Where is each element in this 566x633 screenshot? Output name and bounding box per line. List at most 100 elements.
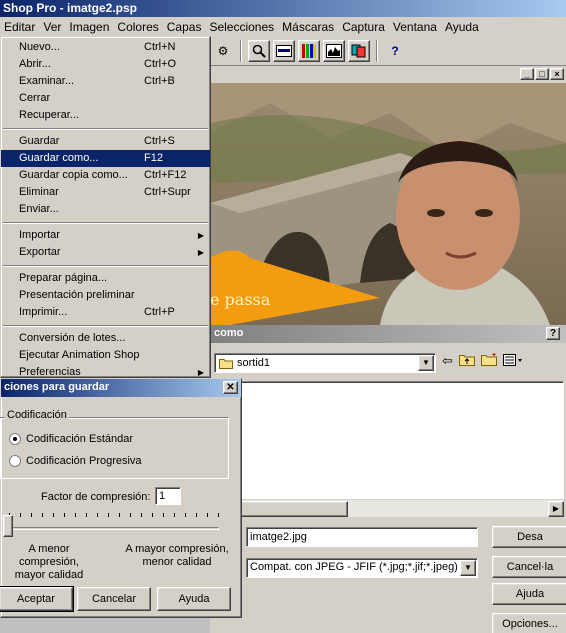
- help-button[interactable]: Ayuda: [157, 587, 231, 611]
- close-icon[interactable]: ✕: [223, 381, 238, 394]
- accept-button[interactable]: Aceptar: [0, 586, 74, 612]
- label-line: A mayor compresión,: [125, 543, 229, 555]
- help-button[interactable]: Ajuda: [492, 583, 566, 605]
- menu-item-eliminar[interactable]: Eliminar Ctrl+Supr: [1, 184, 210, 201]
- menu-item-label: Guardar copia como...: [19, 169, 128, 181]
- menu-editar[interactable]: Editar: [0, 20, 39, 34]
- menu-item-label: Cerrar: [19, 92, 51, 104]
- tool-options-icon[interactable]: ⚙: [212, 40, 234, 62]
- save-button[interactable]: Desa: [492, 526, 566, 548]
- file-menu: Nuevo... Ctrl+N Abrir... Ctrl+O Examinar..…: [0, 36, 211, 378]
- radio-progressive-encoding[interactable]: Codificación Progresiva: [9, 455, 142, 467]
- color-palette-icon[interactable]: [298, 39, 320, 62]
- back-icon[interactable]: ⇦: [442, 353, 453, 369]
- up-folder-icon[interactable]: [458, 353, 475, 369]
- save-as-title: como: [214, 327, 244, 339]
- scroll-right-icon[interactable]: ▶: [548, 501, 564, 517]
- menu-colores[interactable]: Colores: [113, 20, 162, 34]
- menu-mascaras[interactable]: Máscaras: [278, 20, 338, 34]
- more-compression-label: A mayor compresión, menor calidad: [125, 543, 229, 569]
- menu-item-preparar-pagina[interactable]: Preparar página...: [1, 270, 210, 287]
- filename-input[interactable]: [246, 527, 478, 547]
- menu-item-cerrar[interactable]: Cerrar: [1, 90, 210, 107]
- menu-item-imprimir[interactable]: Imprimir... Ctrl+P: [1, 304, 210, 321]
- menu-item-label: Ejecutar Animation Shop: [19, 349, 140, 361]
- file-list[interactable]: [214, 381, 564, 517]
- horizontal-scrollbar[interactable]: ▶: [214, 499, 564, 517]
- radio-checked-icon: [9, 433, 21, 445]
- menu-item-label: Preparar página...: [19, 272, 108, 284]
- menu-item-guardar-como[interactable]: Guardar como... F12: [1, 150, 210, 167]
- toolbar-toggle-icon[interactable]: [273, 39, 295, 62]
- menu-item-label: Guardar como...: [19, 152, 99, 164]
- menu-item-shortcut: Ctrl+P: [144, 306, 175, 318]
- folder-select[interactable]: sortid1 ▼: [214, 353, 436, 373]
- menu-item-shortcut: Ctrl+F12: [144, 169, 187, 181]
- menu-ventana[interactable]: Ventana: [389, 20, 441, 34]
- menu-item-shortcut: Ctrl+N: [144, 41, 176, 53]
- menu-item-importar[interactable]: Importar ▶: [1, 227, 210, 244]
- menu-item-enviar[interactable]: Enviar...: [1, 201, 210, 218]
- encoding-group: [0, 417, 229, 479]
- options-button[interactable]: Opciones...: [492, 613, 566, 633]
- menu-item-exportar[interactable]: Exportar ▶: [1, 244, 210, 261]
- menu-item-label: Examinar...: [19, 75, 75, 87]
- zoom-icon[interactable]: [248, 39, 270, 62]
- menu-item-conversion-lotes[interactable]: Conversión de lotes...: [1, 330, 210, 347]
- slider-ticks: [9, 513, 219, 517]
- close-icon[interactable]: ×: [550, 68, 564, 80]
- menu-separator: [1, 261, 210, 270]
- slider-thumb[interactable]: [3, 515, 13, 537]
- label-line: menor calidad: [142, 556, 212, 568]
- menu-selecciones[interactable]: Selecciones: [205, 20, 278, 34]
- menu-item-shortcut: Ctrl+O: [144, 58, 177, 70]
- menu-item-examinar[interactable]: Examinar... Ctrl+B: [1, 73, 210, 90]
- photo-canvas: e passa: [210, 83, 566, 325]
- cancel-button[interactable]: Cancelar: [77, 587, 151, 611]
- toolbar-separator: [240, 39, 242, 62]
- menu-item-label: Imprimir...: [19, 306, 68, 318]
- menu-ayuda[interactable]: Ayuda: [441, 20, 483, 34]
- menu-item-shortcut: F12: [144, 152, 163, 164]
- menu-item-abrir[interactable]: Abrir... Ctrl+O: [1, 56, 210, 73]
- options-title: ciones para guardar: [4, 381, 110, 393]
- chevron-down-icon[interactable]: ▼: [418, 355, 434, 371]
- maximize-icon[interactable]: □: [535, 68, 549, 80]
- menu-item-guardar-copia[interactable]: Guardar copia como... Ctrl+F12: [1, 167, 210, 184]
- menu-imagen[interactable]: Imagen: [65, 20, 113, 34]
- new-folder-icon[interactable]: [480, 353, 497, 369]
- save-options-dialog: ciones para guardar ✕ Codificación Codif…: [0, 378, 242, 618]
- menu-item-label: Abrir...: [19, 58, 51, 70]
- menu-ver[interactable]: Ver: [39, 20, 65, 34]
- menu-item-shortcut: Ctrl+S: [144, 135, 175, 147]
- cancel-button[interactable]: Cancel·la: [492, 556, 566, 578]
- menu-item-shortcut: Ctrl+B: [144, 75, 175, 87]
- context-help-icon[interactable]: ?: [384, 40, 406, 62]
- compression-slider[interactable]: [9, 527, 219, 530]
- menu-capas[interactable]: Capas: [163, 20, 206, 34]
- save-as-dialog: como ? sortid1 ▼ ⇦ ▶ Compat. con JPEG - …: [210, 325, 566, 633]
- layers-icon[interactable]: [348, 39, 370, 62]
- compression-factor-input[interactable]: [155, 487, 181, 505]
- toolbar-separator: [376, 39, 378, 62]
- radio-standard-encoding[interactable]: Codificación Estándar: [9, 433, 133, 445]
- histogram-icon[interactable]: [323, 39, 345, 62]
- folder-icon: [219, 358, 233, 369]
- minimize-icon[interactable]: _: [520, 68, 534, 80]
- filetype-select[interactable]: Compat. con JPEG - JFIF (*.jpg;*.jif;*.j…: [246, 558, 478, 578]
- toolbar: ⚙ ?: [210, 36, 566, 66]
- options-title-bar: ciones para guardar ✕: [1, 379, 241, 397]
- view-menu-icon[interactable]: [502, 353, 523, 369]
- menu-item-nuevo[interactable]: Nuevo... Ctrl+N: [1, 39, 210, 56]
- menu-item-presentacion[interactable]: Presentación preliminar: [1, 287, 210, 304]
- menu-captura[interactable]: Captura: [338, 20, 389, 34]
- menu-bar: Editar Ver Imagen Colores Capas Seleccio…: [0, 17, 566, 36]
- menu-item-recuperar[interactable]: Recuperar...: [1, 107, 210, 124]
- menu-item-guardar[interactable]: Guardar Ctrl+S: [1, 133, 210, 150]
- menu-separator: [1, 218, 210, 227]
- document-window-controls: _ □ ×: [520, 68, 564, 80]
- help-icon[interactable]: ?: [546, 327, 560, 340]
- chevron-down-icon[interactable]: ▼: [460, 560, 476, 576]
- menu-item-animation-shop[interactable]: Ejecutar Animation Shop: [1, 347, 210, 364]
- document-image[interactable]: e passa: [210, 83, 566, 325]
